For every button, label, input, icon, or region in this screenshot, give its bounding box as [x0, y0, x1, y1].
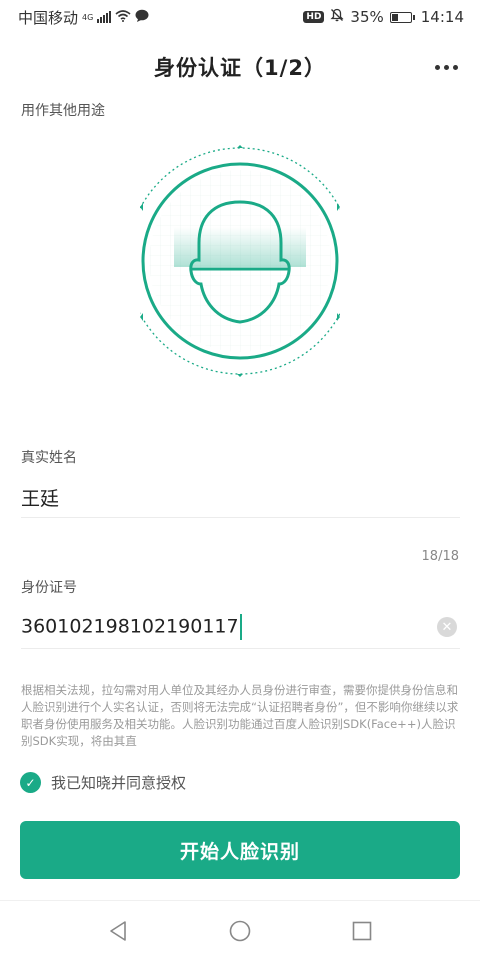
- id-label: 身份证号: [21, 580, 77, 596]
- battery-icon: [389, 11, 415, 23]
- battery-percent: 35%: [350, 8, 384, 26]
- status-left: 中国移动 4G: [18, 7, 149, 28]
- agreement-checkbox[interactable]: ✓ 我已知晓并同意授权: [20, 772, 186, 793]
- signal-icon: [97, 11, 112, 23]
- wifi-icon: [115, 8, 131, 26]
- id-value: 360102198102190117: [21, 615, 239, 638]
- status-right: HD 35% 14:14: [303, 8, 464, 26]
- start-face-recognition-button[interactable]: 开始人脸识别: [20, 821, 460, 879]
- back-icon[interactable]: [98, 911, 138, 951]
- hd-badge: HD: [303, 11, 325, 23]
- face-scan-icon: [126, 145, 354, 377]
- privacy-notice: 根据相关法规，拉勾需对用人单位及其经办人员身份进行审查，需要你提供身份信息和人脸…: [21, 683, 459, 748]
- message-icon: [135, 8, 149, 26]
- name-label: 真实姓名: [21, 450, 77, 466]
- purpose-link[interactable]: 用作其他用途: [21, 100, 105, 120]
- status-bar: 中国移动 4G HD 35% 14:14: [0, 0, 480, 34]
- id-counter: 18/18: [421, 549, 459, 564]
- agreement-label: 我已知晓并同意授权: [51, 774, 187, 792]
- system-nav-bar: [0, 900, 480, 960]
- more-dots-icon[interactable]: [430, 52, 462, 82]
- check-icon: ✓: [20, 772, 41, 793]
- page-header: 身份认证（1/2）: [0, 44, 480, 90]
- network-type: 4G: [82, 12, 94, 22]
- page-title: 身份认证（1/2）: [154, 56, 326, 80]
- id-divider: [21, 648, 460, 649]
- id-field[interactable]: 360102198102190117: [21, 614, 242, 640]
- carrier-label: 中国移动: [18, 8, 79, 27]
- recent-apps-icon[interactable]: [342, 911, 382, 951]
- mute-icon: [330, 8, 344, 26]
- home-icon[interactable]: [220, 911, 260, 951]
- text-caret: [239, 614, 242, 640]
- name-divider: [21, 517, 460, 518]
- name-field[interactable]: 王廷: [21, 484, 59, 511]
- clear-icon[interactable]: ✕: [437, 617, 457, 637]
- clock: 14:14: [420, 8, 464, 26]
